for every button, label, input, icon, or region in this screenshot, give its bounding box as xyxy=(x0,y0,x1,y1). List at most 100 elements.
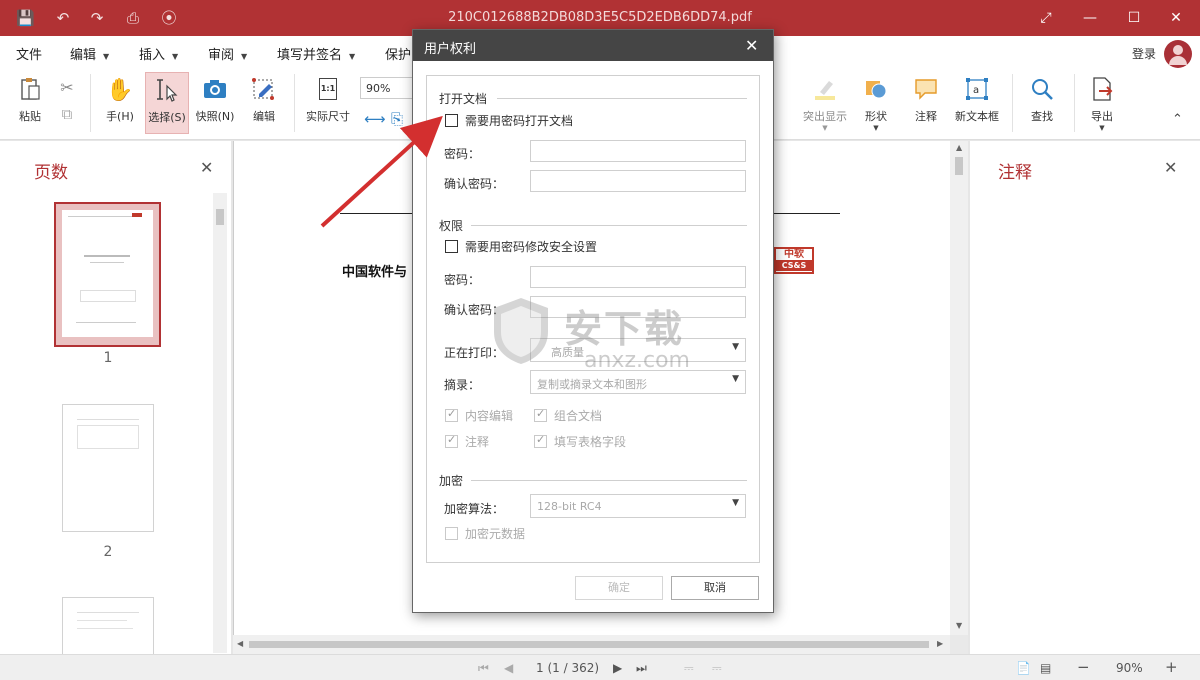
copy-icon[interactable]: ⧉ xyxy=(54,105,80,123)
menu-edit[interactable]: 编辑 ▼ xyxy=(70,44,109,63)
perm-password-label: 密码： xyxy=(444,273,481,287)
export-label: 导出 xyxy=(1091,110,1113,123)
perm-password-field[interactable] xyxy=(530,266,746,288)
close-icon[interactable]: ✕ xyxy=(200,158,213,177)
scrollbar[interactable] xyxy=(213,193,227,653)
toolbar-divider xyxy=(294,74,295,132)
logo-top-text: 中软 xyxy=(784,249,804,260)
shape-label: 形状 xyxy=(865,110,887,123)
search-icon xyxy=(1032,79,1053,100)
shape-button[interactable]: 形状 ▼ xyxy=(858,72,894,134)
snapshot-button[interactable]: 快照(N) xyxy=(194,72,236,134)
perm-section-title: 权限 xyxy=(439,219,464,233)
fit-width-icon[interactable]: ⟷ xyxy=(364,110,386,128)
section-divider xyxy=(471,480,747,481)
export-button[interactable]: 导出 ▼ xyxy=(1084,72,1120,134)
combine-docs-checkbox[interactable] xyxy=(534,407,547,422)
zoom-level[interactable]: 90% xyxy=(1116,661,1143,675)
text-cursor-icon xyxy=(157,79,178,102)
menu-fill-sign[interactable]: 填写并签名 ▼ xyxy=(277,44,355,63)
first-page-icon[interactable]: ⏮ xyxy=(478,661,489,676)
require-perm-password-checkbox[interactable] xyxy=(445,240,458,253)
last-page-icon[interactable]: ⏭ xyxy=(636,661,647,676)
hand-icon: ✋ xyxy=(106,78,134,103)
open-password-field[interactable] xyxy=(530,140,746,162)
edit-icon xyxy=(252,78,274,100)
algorithm-select[interactable]: 128-bit RC4 ▼ xyxy=(530,494,746,518)
actual-size-button[interactable]: 1:1 实际尺寸 xyxy=(302,72,354,134)
menu-review[interactable]: 审阅 ▼ xyxy=(208,44,247,63)
page-thumbnail-selected[interactable] xyxy=(54,202,161,347)
fill-forms-checkbox[interactable] xyxy=(534,433,547,448)
textbox-label: 新文本框 xyxy=(955,110,999,123)
menu-protect[interactable]: 保护 xyxy=(385,44,411,63)
paste-button[interactable]: 粘贴 xyxy=(10,72,50,134)
avatar[interactable] xyxy=(1164,40,1192,68)
collapse-ribbon-icon[interactable]: ⌃ xyxy=(1172,112,1183,127)
edit-label: 编辑 xyxy=(253,110,275,123)
single-page-icon[interactable]: 📄 xyxy=(1016,661,1031,675)
open-section-title: 打开文档 xyxy=(439,92,488,106)
encrypt-metadata-checkbox[interactable] xyxy=(445,527,458,540)
page-thumbnail[interactable] xyxy=(62,404,154,532)
dialog-close-icon[interactable]: ✕ xyxy=(745,36,758,55)
cancel-button[interactable]: 取消 xyxy=(671,576,759,600)
toolbar-divider xyxy=(1012,74,1013,132)
document-heading: 中国软件与 xyxy=(342,265,408,280)
zoom-out-button[interactable]: − xyxy=(1077,658,1090,676)
maximize-button[interactable]: ☐ xyxy=(1122,6,1146,30)
menu-insert[interactable]: 插入 ▼ xyxy=(139,44,178,63)
continuous-page-icon[interactable]: ▤ xyxy=(1040,661,1051,675)
toolbar-divider xyxy=(1074,74,1075,132)
zoom-input[interactable]: 90% xyxy=(360,77,420,99)
extract-label: 摘录： xyxy=(444,378,481,392)
select-tool-button[interactable]: 选择(S) xyxy=(145,72,189,134)
close-icon[interactable]: ✕ xyxy=(1164,158,1177,177)
ok-button[interactable]: 确定 xyxy=(575,576,663,600)
watermark-cn-text: 安下载 xyxy=(564,307,685,351)
shape-icon xyxy=(866,81,887,99)
chevron-down-icon: ▼ xyxy=(1099,124,1105,132)
fullscreen-icon[interactable]: ⤢ xyxy=(1034,6,1058,30)
edit-button[interactable]: 编辑 xyxy=(244,72,284,134)
dialog-header[interactable]: 用户权利 ✕ xyxy=(413,30,773,61)
fit-page-icon[interactable]: ⎘ xyxy=(391,110,403,128)
export-icon xyxy=(1093,77,1113,101)
pages-panel: 页数 ✕ 1 2 xyxy=(0,141,231,657)
vertical-scrollbar[interactable]: ▲ ▼ xyxy=(950,141,968,635)
comments-checkbox[interactable] xyxy=(445,433,458,448)
camera-icon xyxy=(204,80,226,98)
page-thumbnail[interactable] xyxy=(62,597,154,657)
require-open-password-checkbox[interactable] xyxy=(445,114,458,127)
cut-button[interactable]: ✂ ⧉ xyxy=(54,72,80,134)
encrypt-metadata-label: 加密元数据 xyxy=(465,527,526,541)
open-confirm-field[interactable] xyxy=(530,170,746,192)
minimize-button[interactable]: — xyxy=(1078,6,1102,30)
horizontal-scrollbar[interactable]: ◀ ▶ xyxy=(233,635,950,654)
forward-view-icon[interactable]: ⎓ xyxy=(712,661,722,676)
highlight-button[interactable]: 突出显示 ▼ xyxy=(798,72,852,134)
close-window-button[interactable]: ✕ xyxy=(1164,6,1188,30)
chevron-down-icon: ▼ xyxy=(822,124,828,132)
page-number-label: 2 xyxy=(103,544,113,560)
next-page-icon[interactable]: ▶ xyxy=(613,661,622,675)
open-confirm-label: 确认密码： xyxy=(444,177,505,191)
prev-page-icon[interactable]: ◀ xyxy=(504,661,513,675)
find-button[interactable]: 查找 xyxy=(1024,72,1060,134)
content-edit-checkbox[interactable] xyxy=(445,407,458,422)
menu-file[interactable]: 文件 xyxy=(16,44,42,63)
page-indicator[interactable]: 1 (1 / 362) xyxy=(536,661,599,675)
hand-tool-button[interactable]: ✋ 手(H) xyxy=(100,72,140,134)
zoom-in-button[interactable]: + xyxy=(1165,658,1178,676)
comments-panel: 注释 ✕ xyxy=(970,141,1200,654)
new-textbox-button[interactable]: a 新文本框 xyxy=(952,72,1002,134)
section-divider xyxy=(471,225,747,226)
algorithm-label: 加密算法： xyxy=(444,502,505,516)
scissors-icon: ✂ xyxy=(60,78,74,97)
content-edit-label: 内容编辑 xyxy=(465,409,514,423)
snapshot-label: 快照(N) xyxy=(195,110,235,123)
back-view-icon[interactable]: ⎓ xyxy=(684,661,694,676)
comment-button[interactable]: 注释 xyxy=(908,72,944,134)
login-link[interactable]: 登录 xyxy=(1132,45,1156,62)
hand-label: 手(H) xyxy=(106,110,134,123)
